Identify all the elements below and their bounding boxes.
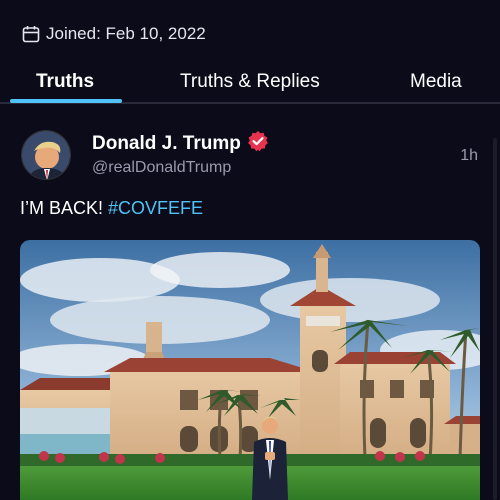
- author-name[interactable]: Donald J. Trump: [92, 133, 241, 155]
- post-card[interactable]: Donald J. Trump @realDonaldTrump 1h I’M …: [0, 104, 500, 500]
- profile-tabs: Truths Truths & Replies Media: [0, 62, 500, 104]
- tab-media[interactable]: Media: [410, 71, 462, 93]
- verified-badge-icon: [247, 130, 269, 157]
- post-text: I’M BACK! #COVFEFE: [20, 198, 203, 219]
- avatar[interactable]: [21, 130, 71, 180]
- active-tab-indicator: [10, 99, 122, 103]
- hashtag-link[interactable]: #COVFEFE: [108, 198, 203, 218]
- tab-truths-and-replies[interactable]: Truths & Replies: [180, 71, 320, 93]
- joined-label: Joined: Feb 10, 2022: [46, 24, 206, 43]
- post-photo: [20, 240, 480, 500]
- author-handle[interactable]: @realDonaldTrump: [92, 159, 231, 177]
- author-row: Donald J. Trump: [92, 130, 269, 157]
- post-timestamp: 1h: [460, 147, 478, 164]
- post-body: I’M BACK!: [20, 198, 104, 218]
- joined-date: Joined: Feb 10, 2022: [22, 24, 206, 44]
- post-image[interactable]: [20, 240, 480, 500]
- tab-truths[interactable]: Truths: [36, 71, 94, 93]
- calendar-icon: [22, 25, 40, 43]
